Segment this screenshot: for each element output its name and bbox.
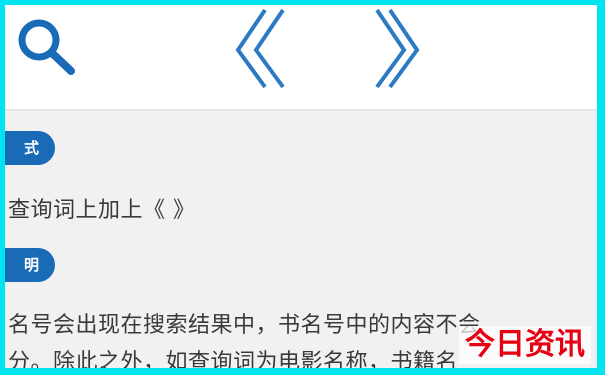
- search-icon[interactable]: [13, 13, 83, 75]
- tip-text-line: 名号会出现在搜索结果中，书名号中的内容不会: [8, 313, 481, 338]
- tip-text-line: 查询词上加上《 》: [8, 198, 196, 223]
- section-badge: 式: [5, 131, 55, 165]
- tip-text-line: 分。除此之外，如查询词为电影名称，书籍名: [8, 350, 459, 368]
- double-angle-brackets-icon: [235, 8, 420, 89]
- app-screen: 式 查询词上加上《 》 明 名号会出现在搜索结果中，书名号中的内容不会 分。除此…: [5, 5, 597, 368]
- watermark-logo: 今日资讯: [459, 326, 591, 364]
- header-bar: [5, 5, 597, 111]
- section-badge: 明: [5, 248, 55, 282]
